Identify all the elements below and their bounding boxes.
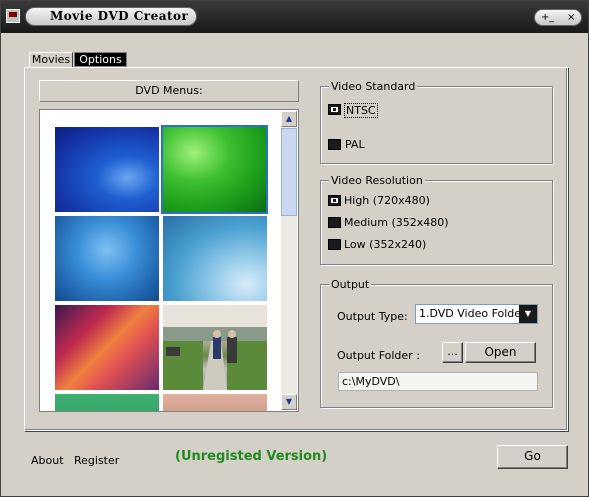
- ntsc-label[interactable]: NTSC: [344, 103, 378, 118]
- medium-label[interactable]: Medium (352x480): [344, 216, 449, 229]
- go-button[interactable]: Go: [497, 445, 568, 469]
- radio-ntsc[interactable]: [328, 104, 341, 115]
- menu-thumb-red-canyon[interactable]: [55, 305, 159, 390]
- output-folder-label: Output Folder :: [337, 349, 420, 362]
- pal-label[interactable]: PAL: [345, 138, 365, 151]
- menu-thumb-green-theme[interactable]: [55, 394, 159, 411]
- dvd-menus-header: DVD Menus:: [39, 80, 299, 102]
- tab-movies[interactable]: Movies: [29, 52, 73, 67]
- radio-pal[interactable]: [328, 139, 341, 150]
- menu-list-scrollbar[interactable]: ▲ ▼: [281, 111, 297, 410]
- output-folder-input[interactable]: c:\MyDVD\: [338, 372, 538, 391]
- version-status: (Unregisted Version): [175, 449, 328, 464]
- output-type-select[interactable]: 1.DVD Video Folder ▼: [415, 304, 538, 324]
- menu-thumb-blue-petal[interactable]: [55, 216, 159, 301]
- menu-thumb-green-waves[interactable]: [161, 125, 268, 214]
- video-resolution-legend: Video Resolution: [329, 174, 425, 187]
- tab-options[interactable]: Options: [74, 52, 127, 67]
- radio-medium[interactable]: [328, 217, 341, 228]
- couple-photo-icon: [163, 305, 267, 390]
- output-type-label: Output Type:: [337, 310, 408, 323]
- browse-button[interactable]: ...: [442, 342, 463, 363]
- register-link[interactable]: Register: [74, 454, 119, 468]
- close-button[interactable]: ×: [567, 10, 575, 25]
- minimize-button[interactable]: _: [549, 10, 554, 25]
- dvd-menu-list: [39, 109, 299, 412]
- title-bar[interactable]: Movie DVD Creator + _ ×: [1, 1, 588, 33]
- menu-thumb-light-blue-curve[interactable]: [163, 216, 267, 301]
- app-window: Movie DVD Creator + _ × Movies Options D…: [0, 0, 589, 497]
- radio-high[interactable]: [328, 195, 341, 206]
- app-icon[interactable]: [6, 9, 20, 23]
- output-legend: Output: [329, 278, 372, 291]
- scroll-up-icon[interactable]: ▲: [281, 111, 297, 127]
- about-link[interactable]: About: [31, 454, 64, 468]
- video-standard-group: Video Standard: [320, 80, 553, 164]
- chevron-down-icon[interactable]: ▼: [519, 305, 537, 323]
- low-label[interactable]: Low (352x240): [344, 238, 426, 251]
- high-label[interactable]: High (720x480): [344, 194, 430, 207]
- video-standard-legend: Video Standard: [329, 80, 418, 93]
- menu-thumb-elderly-couple[interactable]: [163, 305, 267, 390]
- radio-low[interactable]: [328, 239, 341, 250]
- window-title: Movie DVD Creator: [25, 7, 197, 26]
- scroll-down-icon[interactable]: ▼: [281, 394, 297, 410]
- menu-thumb-blue-swirl[interactable]: [55, 127, 159, 212]
- open-button[interactable]: Open: [465, 342, 536, 363]
- system-buttons: + _ ×: [534, 9, 582, 26]
- scroll-thumb[interactable]: [281, 128, 297, 216]
- output-type-value: 1.DVD Video Folder: [419, 307, 526, 320]
- menu-thumb-peach-theme[interactable]: [163, 394, 267, 411]
